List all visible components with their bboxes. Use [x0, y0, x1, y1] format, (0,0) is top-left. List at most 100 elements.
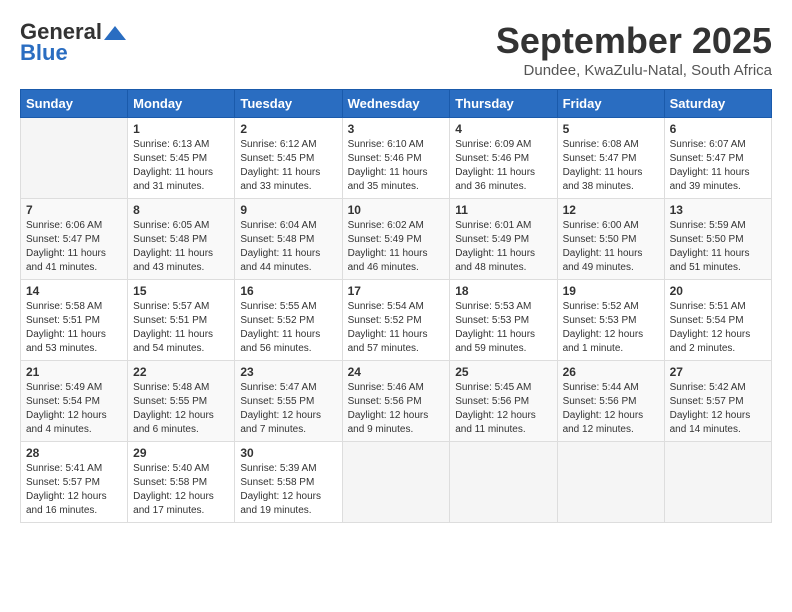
day-number: 1 — [133, 122, 229, 136]
day-number: 3 — [348, 122, 445, 136]
calendar-cell: 8 Sunrise: 6:05 AMSunset: 5:48 PMDaylight… — [128, 199, 235, 280]
day-info: Sunrise: 5:53 AMSunset: 5:53 PMDaylight:… — [455, 300, 551, 356]
calendar-cell: 6Sunrise: 6:07 AMSunset: 5:47 PMDaylight… — [664, 118, 771, 199]
day-number: 20 — [670, 284, 766, 298]
calendar-cell: 3 Sunrise: 6:10 AMSunset: 5:46 PMDaylight… — [342, 118, 450, 199]
day-info: Sunrise: 6:04 AMSunset: 5:48 PMDaylight:… — [240, 219, 336, 275]
day-number: 17 — [348, 284, 445, 298]
day-info: Sunrise: 5:46 AMSunset: 5:56 PMDaylight:… — [348, 381, 445, 437]
week-row-5: 28Sunrise: 5:41 AMSunset: 5:57 PMDayligh… — [21, 442, 772, 523]
day-info: Sunrise: 5:58 AMSunset: 5:51 PMDaylight:… — [26, 300, 122, 356]
header-tuesday: Tuesday — [235, 90, 342, 118]
day-number: 4 — [455, 122, 551, 136]
day-number: 12 — [563, 203, 659, 217]
day-info: Sunrise: 6:10 AMSunset: 5:46 PMDaylight:… — [348, 138, 445, 194]
day-info: Sunrise: 5:39 AMSunset: 5:58 PMDaylight:… — [240, 462, 336, 518]
header: General Blue September 2025 Dundee, KwaZ… — [20, 20, 772, 79]
calendar-cell: 22Sunrise: 5:48 AMSunset: 5:55 PMDayligh… — [128, 361, 235, 442]
day-number: 18 — [455, 284, 551, 298]
day-number: 26 — [563, 365, 659, 379]
day-info: Sunrise: 5:45 AMSunset: 5:56 PMDaylight:… — [455, 381, 551, 437]
day-info: Sunrise: 6:12 AMSunset: 5:45 PMDaylight:… — [240, 138, 336, 194]
day-info: Sunrise: 6:01 AMSunset: 5:49 PMDaylight:… — [455, 219, 551, 275]
day-info: Sunrise: 6:08 AMSunset: 5:47 PMDaylight:… — [563, 138, 659, 194]
calendar-cell: 27 Sunrise: 5:42 AMSunset: 5:57 PMDayligh… — [664, 361, 771, 442]
day-number: 30 — [240, 446, 336, 460]
day-number: 7 — [26, 203, 122, 217]
header-friday: Friday — [557, 90, 664, 118]
day-number: 10 — [348, 203, 445, 217]
title-area: September 2025 Dundee, KwaZulu-Natal, So… — [496, 20, 772, 79]
day-number: 25 — [455, 365, 551, 379]
header-thursday: Thursday — [450, 90, 557, 118]
header-sunday: Sunday — [21, 90, 128, 118]
week-row-2: 7Sunrise: 6:06 AMSunset: 5:47 PMDaylight… — [21, 199, 772, 280]
calendar-cell — [21, 118, 128, 199]
week-row-4: 21 Sunrise: 5:49 AMSunset: 5:54 PMDayligh… — [21, 361, 772, 442]
calendar-cell: 10 Sunrise: 6:02 AMSunset: 5:49 PMDayligh… — [342, 199, 450, 280]
day-info: Sunrise: 6:00 AMSunset: 5:50 PMDaylight:… — [563, 219, 659, 275]
day-info: Sunrise: 5:54 AMSunset: 5:52 PMDaylight:… — [348, 300, 445, 356]
day-number: 21 — [26, 365, 122, 379]
day-info: Sunrise: 5:40 AMSunset: 5:58 PMDaylight:… — [133, 462, 229, 518]
header-monday: Monday — [128, 90, 235, 118]
day-info: Sunrise: 6:09 AMSunset: 5:46 PMDaylight:… — [455, 138, 551, 194]
calendar-cell: 30 Sunrise: 5:39 AMSunset: 5:58 PMDayligh… — [235, 442, 342, 523]
day-info: Sunrise: 5:47 AMSunset: 5:55 PMDaylight:… — [240, 381, 336, 437]
calendar-cell: 5 Sunrise: 6:08 AMSunset: 5:47 PMDaylight… — [557, 118, 664, 199]
day-info: Sunrise: 5:44 AMSunset: 5:56 PMDaylight:… — [563, 381, 659, 437]
day-number: 19 — [563, 284, 659, 298]
day-info: Sunrise: 5:41 AMSunset: 5:57 PMDaylight:… — [26, 462, 122, 518]
day-number: 23 — [240, 365, 336, 379]
calendar-cell: 11Sunrise: 6:01 AMSunset: 5:49 PMDayligh… — [450, 199, 557, 280]
calendar-cell: 7Sunrise: 6:06 AMSunset: 5:47 PMDaylight… — [21, 199, 128, 280]
day-number: 24 — [348, 365, 445, 379]
calendar-cell: 18 Sunrise: 5:53 AMSunset: 5:53 PMDayligh… — [450, 280, 557, 361]
day-number: 13 — [670, 203, 766, 217]
logo: General Blue — [20, 20, 126, 66]
header-saturday: Saturday — [664, 90, 771, 118]
calendar-cell: 9Sunrise: 6:04 AMSunset: 5:48 PMDaylight… — [235, 199, 342, 280]
calendar-cell: 17 Sunrise: 5:54 AMSunset: 5:52 PMDayligh… — [342, 280, 450, 361]
day-number: 29 — [133, 446, 229, 460]
day-info: Sunrise: 5:49 AMSunset: 5:54 PMDaylight:… — [26, 381, 122, 437]
calendar-cell: 13 Sunrise: 5:59 AMSunset: 5:50 PMDayligh… — [664, 199, 771, 280]
day-number: 14 — [26, 284, 122, 298]
calendar: SundayMondayTuesdayWednesdayThursdayFrid… — [20, 89, 772, 523]
week-row-3: 14 Sunrise: 5:58 AMSunset: 5:51 PMDayligh… — [21, 280, 772, 361]
day-info: Sunrise: 5:59 AMSunset: 5:50 PMDaylight:… — [670, 219, 766, 275]
day-info: Sunrise: 5:51 AMSunset: 5:54 PMDaylight:… — [670, 300, 766, 356]
calendar-cell: 23 Sunrise: 5:47 AMSunset: 5:55 PMDayligh… — [235, 361, 342, 442]
calendar-cell: 2 Sunrise: 6:12 AMSunset: 5:45 PMDaylight… — [235, 118, 342, 199]
calendar-cell: 19Sunrise: 5:52 AMSunset: 5:53 PMDayligh… — [557, 280, 664, 361]
calendar-cell: 12 Sunrise: 6:00 AMSunset: 5:50 PMDayligh… — [557, 199, 664, 280]
day-number: 22 — [133, 365, 229, 379]
day-info: Sunrise: 6:13 AMSunset: 5:45 PMDaylight:… — [133, 138, 229, 194]
day-number: 16 — [240, 284, 336, 298]
calendar-cell: 4 Sunrise: 6:09 AMSunset: 5:46 PMDaylight… — [450, 118, 557, 199]
day-number: 2 — [240, 122, 336, 136]
day-number: 6 — [670, 122, 766, 136]
calendar-cell: 20 Sunrise: 5:51 AMSunset: 5:54 PMDayligh… — [664, 280, 771, 361]
day-info: Sunrise: 6:02 AMSunset: 5:49 PMDaylight:… — [348, 219, 445, 275]
day-number: 8 — [133, 203, 229, 217]
calendar-cell — [664, 442, 771, 523]
month-title: September 2025 — [496, 20, 772, 62]
calendar-cell: 29 Sunrise: 5:40 AMSunset: 5:58 PMDayligh… — [128, 442, 235, 523]
day-number: 27 — [670, 365, 766, 379]
logo-arrow-icon — [104, 26, 126, 40]
calendar-cell: 21 Sunrise: 5:49 AMSunset: 5:54 PMDayligh… — [21, 361, 128, 442]
calendar-cell — [450, 442, 557, 523]
calendar-header-row: SundayMondayTuesdayWednesdayThursdayFrid… — [21, 90, 772, 118]
calendar-cell: 28Sunrise: 5:41 AMSunset: 5:57 PMDayligh… — [21, 442, 128, 523]
calendar-cell: 25 Sunrise: 5:45 AMSunset: 5:56 PMDayligh… — [450, 361, 557, 442]
day-info: Sunrise: 6:05 AMSunset: 5:48 PMDaylight:… — [133, 219, 229, 275]
day-info: Sunrise: 5:42 AMSunset: 5:57 PMDaylight:… — [670, 381, 766, 437]
logo-blue-text: Blue — [20, 40, 68, 66]
calendar-cell: 15Sunrise: 5:57 AMSunset: 5:51 PMDayligh… — [128, 280, 235, 361]
header-wednesday: Wednesday — [342, 90, 450, 118]
day-number: 5 — [563, 122, 659, 136]
day-info: Sunrise: 5:57 AMSunset: 5:51 PMDaylight:… — [133, 300, 229, 356]
calendar-cell — [557, 442, 664, 523]
calendar-cell: 14 Sunrise: 5:58 AMSunset: 5:51 PMDayligh… — [21, 280, 128, 361]
